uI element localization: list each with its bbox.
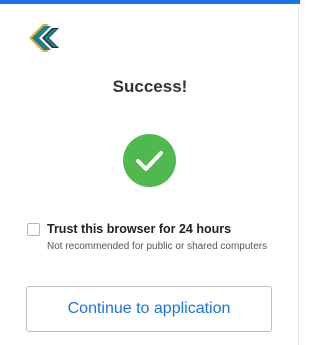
trust-browser-option: Trust this browser for 24 hours Not reco… bbox=[27, 222, 287, 256]
brand-logo-icon bbox=[27, 22, 67, 54]
page-title: Success! bbox=[112, 77, 188, 96]
brand-logo-graphic bbox=[29, 24, 59, 52]
trust-browser-note: Not recommended for public or shared com… bbox=[47, 241, 268, 252]
trust-browser-label[interactable]: Trust this browser for 24 hours bbox=[47, 222, 231, 236]
continue-to-application-button[interactable]: Continue to application bbox=[26, 286, 272, 332]
success-check-icon bbox=[123, 134, 176, 187]
trust-browser-checkbox[interactable] bbox=[27, 223, 40, 236]
